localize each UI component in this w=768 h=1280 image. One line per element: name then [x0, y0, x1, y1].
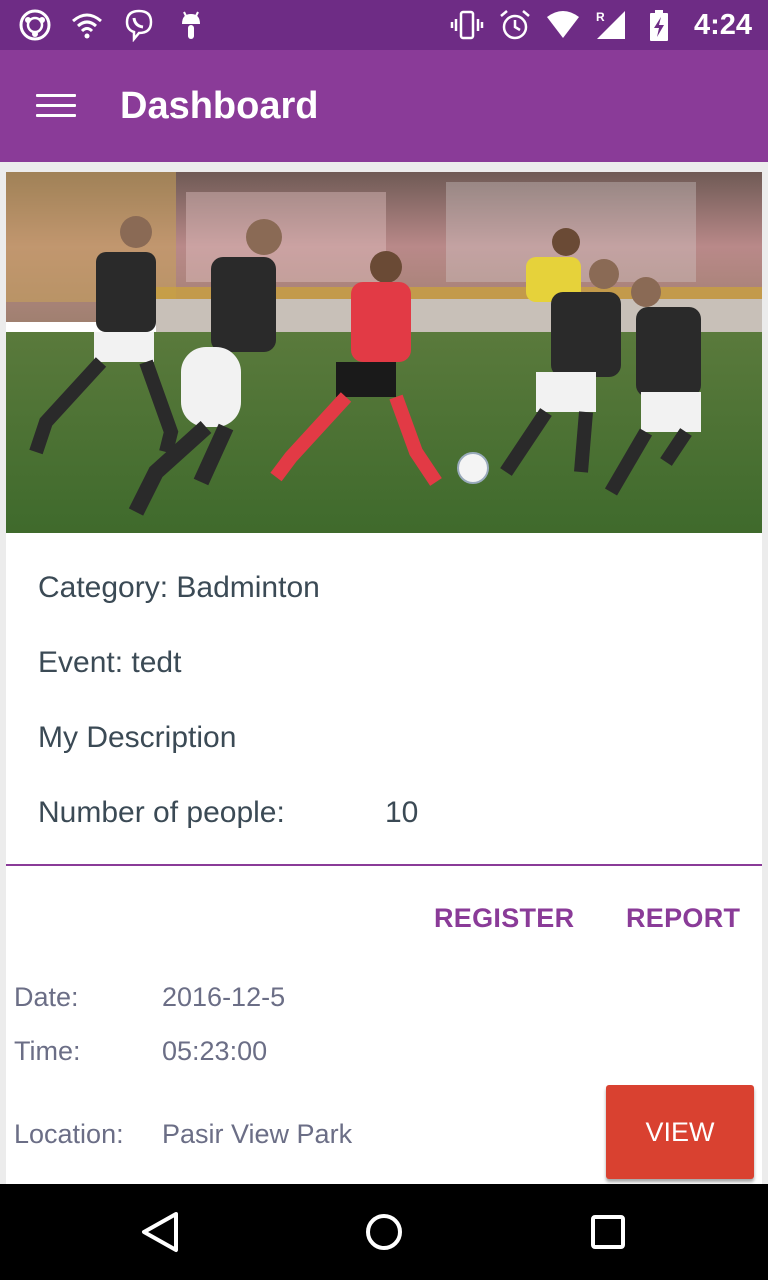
event-card: Category: Badminton Event: tedt My Descr… — [6, 172, 762, 1184]
menu-icon-line — [36, 104, 76, 107]
wifi-icon — [72, 13, 102, 39]
android-icon — [182, 11, 200, 39]
status-bar: R 4:24 — [0, 0, 768, 50]
time-value: 05:23:00 — [162, 1036, 268, 1066]
svg-text:R: R — [596, 10, 605, 24]
event-name: Event: tedt — [38, 646, 182, 679]
event-description: My Description — [38, 721, 237, 754]
recents-button[interactable] — [578, 1204, 638, 1260]
vibrate-icon — [450, 10, 484, 40]
location-value: Pasir View Park — [162, 1119, 353, 1149]
view-button[interactable]: VIEW — [606, 1085, 754, 1179]
people-value: 10 — [385, 796, 419, 829]
alarm-icon — [500, 10, 530, 40]
event-category: Category: Badminton — [38, 571, 320, 604]
location-label: Location: — [14, 1119, 124, 1149]
back-button[interactable] — [130, 1204, 190, 1260]
card-divider — [6, 864, 762, 866]
status-clock: 4:24 — [693, 9, 752, 41]
event-image — [6, 172, 762, 533]
time-label: Time: — [14, 1036, 81, 1066]
battery-icon — [649, 10, 668, 41]
people-label: Number of people: — [38, 796, 285, 829]
page-title: Dashboard — [120, 85, 319, 127]
date-value: 2016-12-5 — [162, 982, 286, 1012]
menu-button[interactable] — [30, 86, 82, 126]
home-button[interactable] — [354, 1204, 414, 1260]
date-label: Date: — [14, 982, 79, 1012]
menu-icon-line — [36, 114, 76, 117]
recents-icon — [591, 1215, 625, 1249]
home-icon — [366, 1214, 402, 1250]
report-button[interactable]: REPORT — [626, 900, 740, 936]
soccer-photo — [6, 172, 762, 533]
viber-icon — [125, 9, 153, 42]
wifi-signal-icon — [546, 11, 579, 38]
app-bar: Dashboard — [0, 50, 768, 162]
ubuntu-icon — [19, 9, 51, 41]
cell-signal-icon: R — [596, 10, 625, 39]
navigation-bar — [0, 1184, 768, 1280]
register-button[interactable]: REGISTER — [434, 900, 574, 936]
menu-icon-line — [36, 94, 76, 97]
back-icon — [142, 1212, 178, 1252]
